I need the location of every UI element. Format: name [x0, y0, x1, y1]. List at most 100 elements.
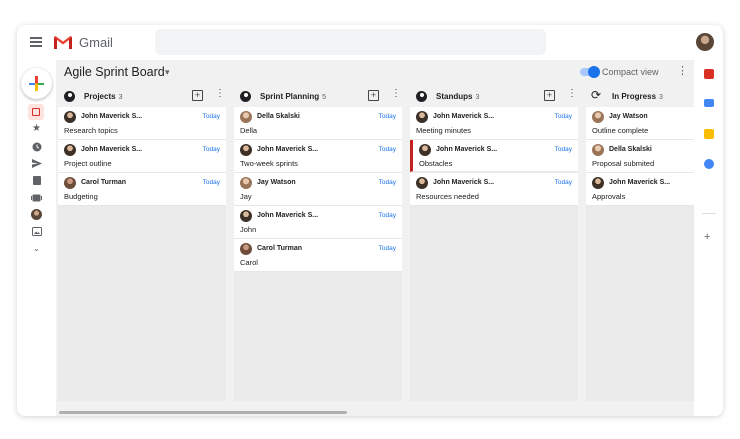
column-count: 3 — [118, 94, 123, 101]
card-date: Today — [378, 245, 396, 252]
board-column: Projects 3 + ⋮ John Maverick S... Today Resear… — [58, 87, 226, 401]
card-date: Today — [554, 146, 572, 153]
column-count: 5 — [322, 94, 327, 101]
task-card[interactable]: John Maverick S... Today Meeting minutes — [410, 107, 578, 140]
file-icon[interactable] — [31, 175, 42, 186]
column-title: In Progress 3 — [612, 92, 663, 101]
card-title: Della — [240, 126, 258, 135]
board: Agile Sprint Board ▾ Compact view ⋮ Proj… — [56, 60, 723, 416]
task-card[interactable]: Jay Watson Today Jay — [234, 173, 402, 206]
main-menu-icon[interactable] — [30, 37, 42, 47]
account-circle-icon — [240, 91, 251, 102]
task-card[interactable]: Carol Turman Today Carol — [234, 239, 402, 272]
column-title: Sprint Planning 5 — [260, 92, 327, 101]
card-title: Carol — [240, 258, 258, 267]
gmail-logo-icon[interactable] — [53, 34, 73, 50]
compact-view-toggle[interactable] — [580, 66, 600, 78]
column-header: Projects 3 + ⋮ — [58, 87, 226, 107]
card-assignee: Jay Watson — [257, 179, 296, 186]
add-card-icon[interactable]: + — [368, 90, 379, 101]
board-dropdown-icon[interactable]: ▾ — [165, 67, 170, 78]
task-card[interactable]: John Maverick S... Today Resources needed — [410, 173, 578, 206]
board-column: Sprint Planning 5 + ⋮ Della Skalski Today Dell… — [234, 87, 402, 401]
avatar — [592, 111, 604, 123]
column-count: 3 — [659, 94, 663, 101]
card-title: Approvals — [592, 192, 626, 201]
board-title[interactable]: Agile Sprint Board — [64, 65, 165, 79]
avatar — [240, 111, 252, 123]
card-title: Project outline — [64, 159, 112, 168]
send-icon[interactable] — [31, 158, 42, 169]
card-title: Resources needed — [416, 192, 479, 201]
task-card[interactable]: John Maverick S... Today Research topics — [58, 107, 226, 140]
card-date: Today — [202, 179, 220, 186]
card-assignee: John Maverick S... — [81, 146, 143, 153]
app-name: Gmail — [79, 35, 113, 50]
column-body: Della Skalski Today Della John Maverick S..… — [234, 107, 402, 401]
card-date: Today — [378, 113, 396, 120]
avatar — [64, 144, 76, 156]
image-icon[interactable] — [31, 226, 42, 237]
avatar-icon[interactable] — [31, 209, 42, 220]
card-title: Obstacles — [419, 159, 453, 168]
task-card[interactable]: John Maverick S... Today Two-week sprints — [234, 140, 402, 173]
docs-app-icon[interactable] — [704, 99, 714, 107]
compact-view-label: Compact view — [602, 67, 659, 77]
add-card-icon[interactable]: + — [544, 90, 555, 101]
column-more-icon[interactable]: ⋮ — [567, 89, 577, 99]
add-card-icon[interactable]: + — [192, 90, 203, 101]
right-rail: + › — [694, 60, 723, 416]
task-card[interactable]: John Maverick S... Today Project outline — [58, 140, 226, 173]
card-title: John — [240, 225, 257, 234]
card-title: Outline complete — [592, 126, 649, 135]
tasks-app-icon[interactable] — [704, 159, 714, 169]
search-bar[interactable] — [155, 29, 546, 55]
card-date: Today — [378, 212, 396, 219]
keep-app-icon[interactable] — [704, 129, 714, 139]
clock-icon[interactable] — [31, 141, 42, 152]
task-card[interactable]: Della Skalski Today Della — [234, 107, 402, 140]
column-more-icon[interactable]: ⋮ — [391, 89, 401, 99]
card-date: Today — [202, 113, 220, 120]
inbox-icon — [32, 108, 40, 116]
nav-inbox[interactable] — [28, 104, 44, 120]
card-date: Today — [378, 146, 396, 153]
column-body: John Maverick S... Today Meeting minutes Jo… — [410, 107, 578, 401]
task-card[interactable]: John Maverick S... Today Obstacles — [410, 140, 578, 172]
scrollbar-thumb[interactable] — [59, 411, 347, 414]
chevron-down-icon[interactable]: ⌄ — [31, 243, 42, 254]
calendar-app-icon[interactable] — [704, 69, 714, 79]
task-card[interactable]: John Maverick S... Today John — [234, 206, 402, 239]
avatar — [592, 144, 604, 156]
avatar — [64, 177, 76, 189]
top-bar: Gmail — [17, 25, 723, 60]
card-date: Today — [378, 179, 396, 186]
sync-icon: ⟳ — [591, 88, 602, 102]
column-body: John Maverick S... Today Research topics Jo… — [58, 107, 226, 401]
card-assignee: Carol Turman — [257, 245, 302, 252]
avatar — [240, 177, 252, 189]
card-title: Proposal submited — [592, 159, 655, 168]
board-more-icon[interactable]: ⋮ — [677, 66, 688, 77]
card-date: Today — [202, 146, 220, 153]
avatar — [592, 177, 604, 189]
card-assignee: John Maverick S... — [257, 212, 319, 219]
card-assignee: Della Skalski — [609, 146, 652, 153]
label-icon[interactable] — [31, 192, 42, 203]
avatar — [416, 177, 428, 189]
horizontal-scrollbar[interactable] — [56, 409, 694, 416]
add-app-icon[interactable]: + — [704, 232, 710, 243]
avatar — [240, 144, 252, 156]
card-assignee: John Maverick S... — [433, 113, 495, 120]
task-card[interactable]: Carol Turman Today Budgeting — [58, 173, 226, 206]
card-assignee: Carol Turman — [81, 179, 126, 186]
star-icon[interactable]: ★ — [31, 123, 42, 134]
card-assignee: John Maverick S... — [436, 146, 498, 153]
compose-button[interactable] — [21, 68, 52, 99]
account-circle-icon — [64, 91, 75, 102]
column-more-icon[interactable]: ⋮ — [215, 89, 225, 99]
avatar — [240, 210, 252, 222]
column-header: Standups 3 + ⋮ — [410, 87, 578, 107]
account-circle-icon — [416, 91, 427, 102]
account-avatar[interactable] — [696, 33, 714, 51]
